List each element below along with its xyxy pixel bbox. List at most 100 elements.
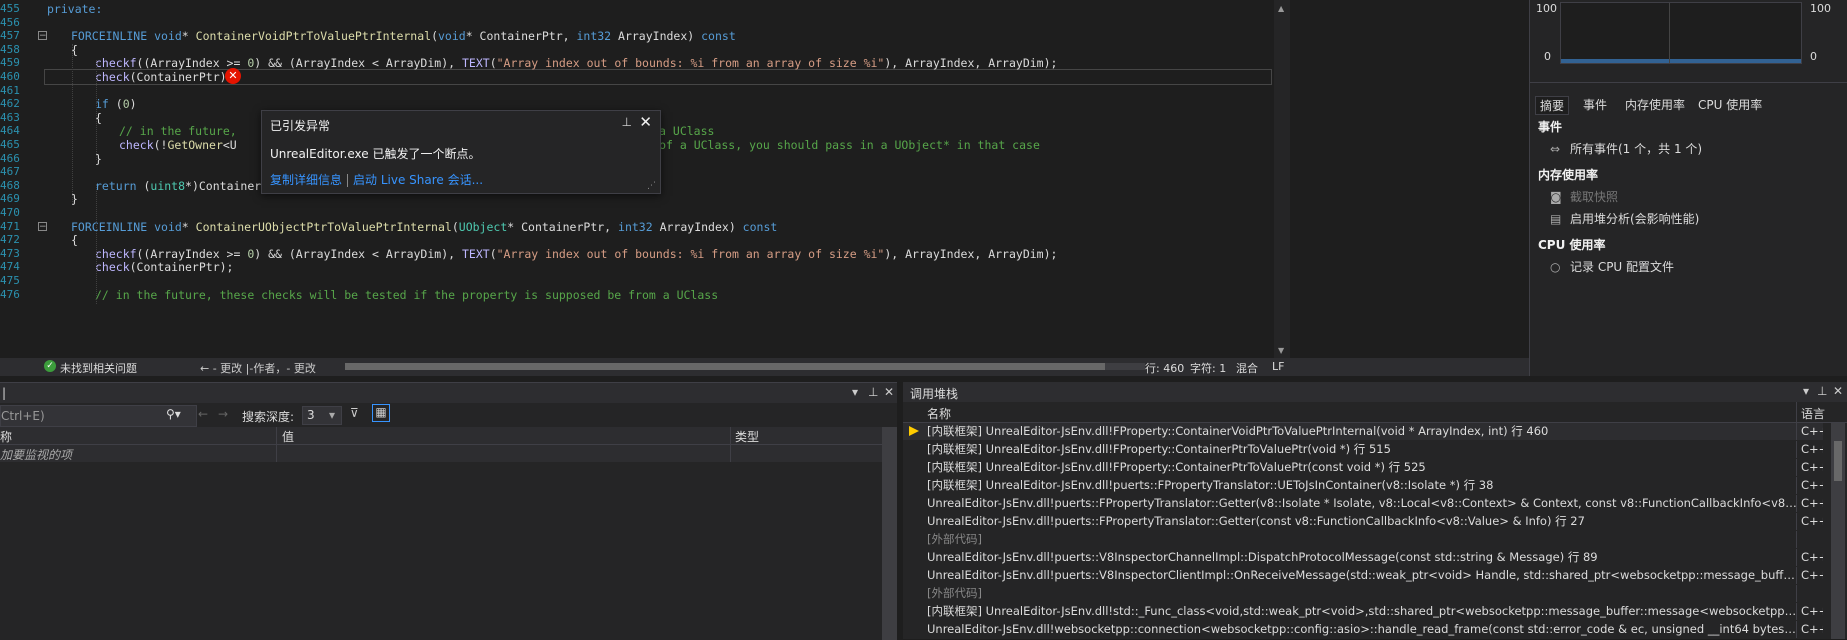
filter-icon[interactable]: ⊽ bbox=[350, 406, 359, 420]
copy-details-link[interactable]: 复制详细信息 bbox=[270, 173, 342, 187]
scroll-up-icon[interactable]: ▲ bbox=[1278, 4, 1286, 13]
callstack-row[interactable]: [外部代码] bbox=[903, 531, 1823, 548]
editor-vertical-scrollbar[interactable]: ▲ ▼ bbox=[1274, 0, 1290, 358]
code-line[interactable]: check(ContainerPtr); bbox=[95, 260, 233, 274]
tabs-mode-indicator[interactable]: 混合 bbox=[1236, 360, 1258, 376]
search-depth-label: 搜索深度: bbox=[242, 410, 295, 424]
code-line[interactable]: // in the future, these checks will be t… bbox=[95, 288, 718, 302]
line-number: 475 bbox=[0, 274, 20, 287]
fold-toggle-icon[interactable]: − bbox=[38, 31, 47, 41]
tab-cpu[interactable]: CPU 使用率 bbox=[1698, 96, 1762, 113]
col-value[interactable]: 值 bbox=[282, 428, 294, 445]
scrollbar-thumb[interactable] bbox=[345, 363, 1105, 370]
exception-title: 已引发异常 bbox=[270, 119, 331, 133]
line-number: 457 bbox=[0, 29, 20, 43]
add-watch-row[interactable]: 加要监视的项 bbox=[0, 445, 882, 462]
eol-indicator[interactable]: LF bbox=[1272, 360, 1284, 373]
code-editor[interactable]: 455 456 457 458 459 460 461 462 463 464 465 466 467 4… bbox=[0, 0, 1290, 358]
code-line[interactable]: private: bbox=[47, 2, 102, 16]
watch-search-input[interactable]: Ctrl+E) ⚲▾ bbox=[0, 405, 197, 427]
line-number: 476 bbox=[0, 287, 20, 301]
close-icon[interactable]: ✕ bbox=[639, 113, 652, 131]
code-line[interactable]: FORCEINLINE void* ContainerVoidPtrToValu… bbox=[71, 29, 736, 43]
forward-icon[interactable]: → bbox=[218, 407, 228, 421]
frame-name: [外部代码] bbox=[927, 586, 982, 600]
tab-summary[interactable]: 摘要 bbox=[1535, 96, 1570, 115]
col-type[interactable]: 类型 bbox=[735, 428, 759, 445]
search-depth-select[interactable]: 3 ▾ bbox=[302, 406, 342, 425]
callstack-row[interactable]: [内联框架] UnrealEditor-JsEnv.dll!FProperty:… bbox=[903, 441, 1823, 458]
diagnostic-tools-panel: 100 0 100 0 摘要 事件 内存使用率 CPU 使用率 事件 ⇔ 所有事件… bbox=[1529, 0, 1847, 376]
back-icon[interactable]: ← bbox=[198, 407, 208, 421]
tab-events[interactable]: 事件 bbox=[1583, 96, 1607, 113]
live-share-link[interactable]: 启动 Live Share 会话... bbox=[353, 173, 483, 187]
resize-grip-icon[interactable]: ⋰ bbox=[647, 181, 656, 191]
watch-panel: | ▾ ⊥ ✕ Ctrl+E) ⚲▾ ← → 搜索深度: 3 ▾ ⊽ ▦ 称 值… bbox=[0, 382, 897, 640]
line-number: 456 bbox=[0, 15, 20, 29]
code-line[interactable]: checkf((ArrayIndex >= 0) && (ArrayIndex … bbox=[95, 247, 1057, 261]
line-number: 455 bbox=[0, 2, 20, 15]
close-icon[interactable]: ✕ bbox=[884, 385, 894, 399]
dropdown-icon[interactable]: ▾ bbox=[1803, 384, 1809, 398]
chevron-down-icon: ▾ bbox=[329, 408, 336, 422]
issues-status[interactable]: 未找到相关问题 bbox=[60, 360, 137, 376]
heap-profiling-toggle[interactable]: ▤ 启用堆分析(会影响性能) bbox=[1550, 210, 1699, 227]
callstack-scrollbar[interactable] bbox=[1831, 423, 1845, 639]
memory-heading: 内存使用率 bbox=[1538, 168, 1599, 182]
dropdown-icon[interactable]: ▾ bbox=[852, 385, 858, 399]
frame-language: C++ bbox=[1801, 478, 1823, 492]
check-icon: ✓ bbox=[44, 360, 56, 372]
col-name[interactable]: 称 bbox=[0, 428, 12, 445]
code-line[interactable]: checkf((ArrayIndex >= 0) && (ArrayIndex … bbox=[95, 56, 1057, 70]
changes-status[interactable]: ← - 更改 |-作者，- 更改 bbox=[200, 360, 316, 376]
callstack-row[interactable]: UnrealEditor-JsEnv.dll!puerts::FProperty… bbox=[903, 513, 1823, 530]
line-number-gutter: 455 456 457 458 459 460 461 462 463 464 465 466 467 4… bbox=[0, 0, 47, 358]
callstack-row[interactable]: UnrealEditor-JsEnv.dll!puerts::V8Inspect… bbox=[903, 567, 1823, 584]
hex-toggle-icon[interactable]: ▦ bbox=[372, 404, 390, 422]
close-icon[interactable]: ✕ bbox=[1833, 384, 1843, 398]
callstack-row[interactable]: [内联框架] UnrealEditor-JsEnv.dll!FProperty:… bbox=[903, 423, 1823, 440]
code-line[interactable]: { bbox=[71, 233, 78, 247]
line-indicator[interactable]: 行: 460 bbox=[1145, 360, 1184, 376]
line-number: 459 bbox=[0, 56, 20, 70]
line-number: 473 bbox=[0, 246, 20, 260]
code-line[interactable]: check(ContainerPtr); bbox=[95, 70, 233, 84]
record-cpu-button[interactable]: ○ 记录 CPU 配置文件 bbox=[1550, 258, 1674, 275]
line-number: 458 bbox=[0, 42, 20, 56]
memory-graph[interactable] bbox=[1560, 2, 1802, 64]
breakpoint-error-icon[interactable]: ✕ bbox=[225, 68, 241, 84]
scroll-down-icon[interactable]: ▼ bbox=[1278, 346, 1286, 355]
callstack-row[interactable]: [内联框架] UnrealEditor-JsEnv.dll!std::_Func… bbox=[903, 603, 1823, 620]
events-icon: ⇔ bbox=[1550, 142, 1561, 156]
editor-status-bar: ✓ 未找到相关问题 ← - 更改 |-作者，- 更改 行: 460 字符: 1 … bbox=[0, 358, 1529, 376]
scrollbar-thumb[interactable] bbox=[1834, 441, 1842, 481]
pin-icon[interactable]: ⊥ bbox=[868, 385, 878, 399]
all-events-row[interactable]: ⇔ 所有事件(1 个，共 1 个) bbox=[1550, 140, 1702, 157]
frame-language: C++ bbox=[1801, 568, 1823, 582]
search-icon[interactable]: ⚲▾ bbox=[166, 407, 181, 421]
camera-icon: ◙ bbox=[1550, 190, 1562, 204]
callstack-row[interactable]: [内联框架] UnrealEditor-JsEnv.dll!puerts::FP… bbox=[903, 477, 1823, 494]
line-number: 463 bbox=[0, 110, 20, 124]
code-line[interactable]: FORCEINLINE void* ContainerUObjectPtrToV… bbox=[71, 220, 777, 234]
callstack-row[interactable]: UnrealEditor-JsEnv.dll!puerts::FProperty… bbox=[903, 495, 1823, 512]
pin-icon[interactable]: ⊥ bbox=[622, 115, 632, 129]
code-line[interactable]: if (0) bbox=[95, 97, 137, 111]
pin-icon[interactable]: ⊥ bbox=[1817, 384, 1827, 398]
exception-popup: 已引发异常 ⊥ ✕ UnrealEditor.exe 已触发了一个断点。 复制详… bbox=[261, 110, 661, 194]
snapshot-button[interactable]: ◙ 截取快照 bbox=[1550, 188, 1618, 205]
col-language[interactable]: 语言 bbox=[1801, 405, 1825, 422]
watch-scrollbar[interactable] bbox=[882, 427, 897, 640]
horizontal-scrollbar[interactable] bbox=[345, 363, 1145, 370]
exception-message: UnrealEditor.exe 已触发了一个断点。 bbox=[270, 147, 481, 161]
callstack-row[interactable]: UnrealEditor-JsEnv.dll!websocketpp::conn… bbox=[903, 621, 1823, 638]
callstack-row[interactable]: UnrealEditor-JsEnv.dll!puerts::V8Inspect… bbox=[903, 549, 1823, 566]
fold-toggle-icon[interactable]: − bbox=[38, 221, 47, 231]
all-events-label: 所有事件(1 个，共 1 个) bbox=[1570, 142, 1703, 156]
col-name[interactable]: 名称 bbox=[927, 405, 951, 422]
memory-graph-line bbox=[1561, 59, 1801, 63]
callstack-row[interactable]: [内联框架] UnrealEditor-JsEnv.dll!FProperty:… bbox=[903, 459, 1823, 476]
column-indicator[interactable]: 字符: 1 bbox=[1190, 360, 1226, 376]
callstack-row[interactable]: [外部代码] bbox=[903, 585, 1823, 602]
tab-memory[interactable]: 内存使用率 bbox=[1625, 96, 1685, 113]
